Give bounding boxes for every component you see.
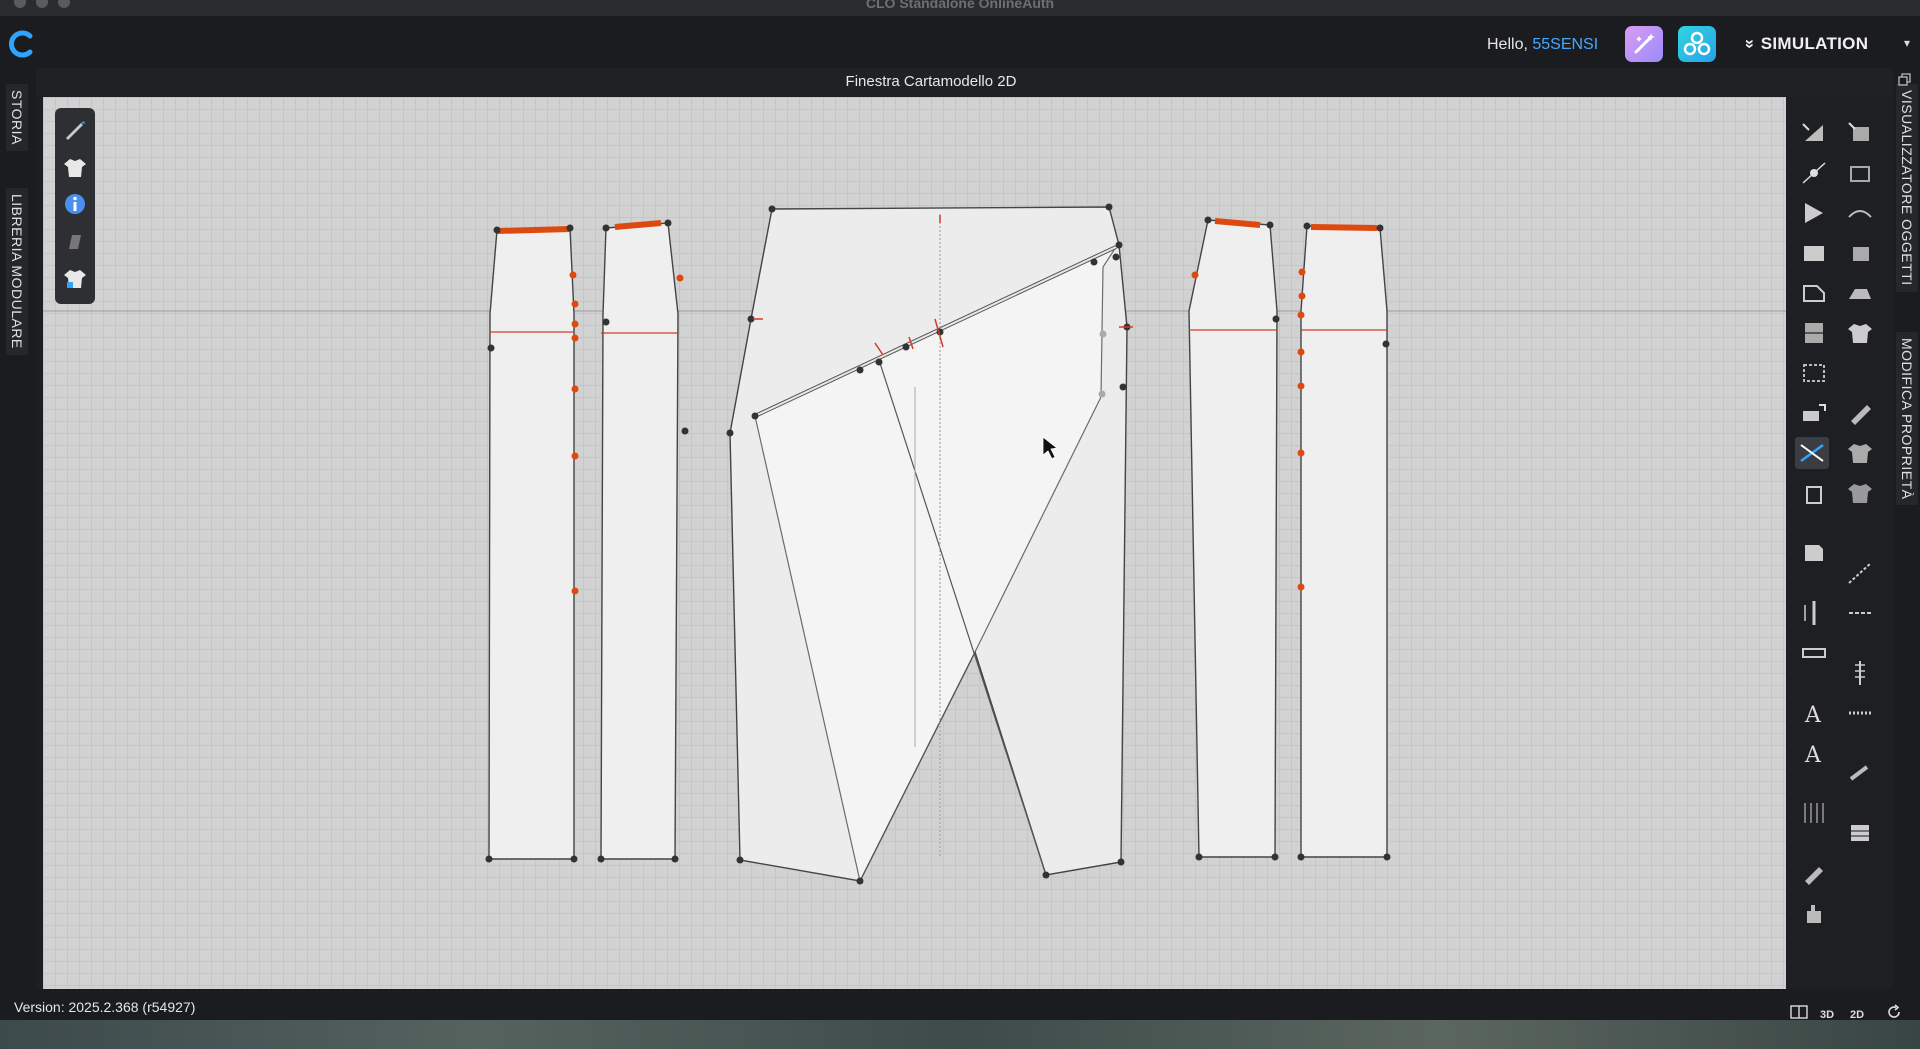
grid-garment-icon[interactable] <box>1843 477 1877 509</box>
tab-history[interactable]: STORIA <box>6 84 28 151</box>
fold-page-icon[interactable] <box>1797 537 1831 569</box>
view-3d-label: 3D <box>1820 1009 1835 1020</box>
desktop-background <box>0 1020 1920 1049</box>
brush-icon[interactable] <box>1797 857 1831 889</box>
grid-icon[interactable] <box>1797 797 1831 829</box>
zoom-select-icon[interactable] <box>1797 357 1831 389</box>
iron-icon[interactable] <box>1843 277 1877 309</box>
panel-header: Finestra Cartamodello 2D <box>36 68 1911 96</box>
avatar-garment-icon[interactable] <box>61 264 89 292</box>
panel-title: Finestra Cartamodello 2D <box>845 73 1017 90</box>
dropdown-caret-icon[interactable]: ▾ <box>1904 36 1910 50</box>
segment-sewing-icon[interactable] <box>1843 237 1877 269</box>
svg-text:A: A <box>1804 703 1822 728</box>
greeting-label: Hello, <box>1487 36 1528 53</box>
network-knot-icon <box>1683 31 1711 56</box>
magic-wand-icon <box>1634 33 1655 54</box>
status-bar: Version: 2025.2.368 (r54927) <box>0 989 1893 1020</box>
clo-app-window: CLO Standalone OnlineAuth Hello, 55SENSI <box>0 0 1920 1020</box>
garment-icon[interactable] <box>1843 317 1877 349</box>
edit-pattern-icon[interactable] <box>1797 117 1831 149</box>
eraser-icon[interactable] <box>61 227 89 255</box>
transform-icon[interactable] <box>1843 117 1877 149</box>
pattern-piece-left-2[interactable] <box>597 219 689 863</box>
user-greeting: Hello, 55SENSI <box>1487 36 1598 54</box>
button-icon[interactable] <box>1843 817 1877 849</box>
notch-icon[interactable] <box>1795 437 1829 469</box>
simulation-mode-label: SIMULATION <box>1760 34 1869 53</box>
hand-icon[interactable] <box>1797 897 1831 929</box>
top-toolbar: Hello, 55SENSI »SIMULATION ▾ <box>0 16 1920 74</box>
left-tool-palette <box>55 108 95 304</box>
double-chevron-down-icon: » <box>1740 39 1760 49</box>
view-2d-label: 2D <box>1850 1009 1865 1020</box>
transform-icon[interactable] <box>1843 157 1877 189</box>
tab-property-editor[interactable]: MODIFICA PROPRIETÀ <box>1896 332 1918 506</box>
measure-icon[interactable] <box>1843 597 1877 629</box>
garment-icon[interactable] <box>1843 437 1877 469</box>
ai-network-button[interactable] <box>1678 26 1716 62</box>
restore-panel-icon[interactable] <box>1898 73 1912 87</box>
pattern-tool-icon[interactable] <box>1797 397 1831 429</box>
tape-icon[interactable] <box>1797 637 1831 669</box>
text-edit-icon[interactable]: A <box>1797 737 1831 769</box>
polygon-icon[interactable] <box>1797 197 1831 229</box>
zipper-icon[interactable] <box>1843 657 1877 689</box>
fabric-icon[interactable] <box>1843 397 1877 429</box>
edit-point-icon[interactable] <box>1797 157 1831 189</box>
pattern-pieces-layer[interactable] <box>43 97 1786 989</box>
pattern-piece-right-1[interactable] <box>1188 216 1280 861</box>
fold-icon[interactable] <box>1797 317 1831 349</box>
username-link[interactable]: 55SENSI <box>1532 36 1598 53</box>
tab-object-browser[interactable]: VISUALIZZATORE OGGETTI <box>1896 84 1918 292</box>
trim-icon[interactable] <box>1843 697 1877 729</box>
window-titlebar: CLO Standalone OnlineAuth <box>0 0 1920 16</box>
pattern-piece-front-body[interactable] <box>726 203 1134 885</box>
internal-polygon-icon[interactable] <box>1797 277 1831 309</box>
refresh-icon[interactable] <box>1884 1004 1904 1020</box>
ruler-icon[interactable] <box>1797 597 1831 629</box>
tab-modular-library[interactable]: LIBRERIA MODULARE <box>6 188 28 355</box>
pattern-piece-right-2[interactable] <box>1297 222 1391 861</box>
tack-icon[interactable] <box>1797 477 1831 509</box>
version-label: Version: 2025.2.368 (r54927) <box>14 999 196 1015</box>
simulation-mode-dropdown[interactable]: »SIMULATION <box>1741 34 1869 54</box>
sewing-line-icon[interactable] <box>1843 197 1877 229</box>
text-icon[interactable]: A <box>1797 697 1831 729</box>
trace-line-icon[interactable] <box>1843 557 1877 589</box>
pin-icon[interactable] <box>1843 757 1877 789</box>
svg-text:A: A <box>1804 743 1822 768</box>
right-tool-palette: A A <box>1787 97 1883 989</box>
view-2d-button[interactable]: 2D <box>1850 1005 1870 1020</box>
split-view-icon[interactable] <box>1789 1004 1809 1020</box>
garment-icon[interactable] <box>61 153 89 181</box>
view-3d-button[interactable]: 3D <box>1820 1005 1840 1020</box>
ai-wand-button[interactable] <box>1625 26 1663 62</box>
window-title: CLO Standalone OnlineAuth <box>865 0 1055 11</box>
pattern-piece-left-1[interactable] <box>485 224 579 863</box>
clo-logo-icon[interactable] <box>6 28 36 60</box>
pen-icon[interactable] <box>61 116 89 144</box>
info-icon[interactable] <box>61 190 89 218</box>
rectangle-icon[interactable] <box>1797 237 1831 269</box>
